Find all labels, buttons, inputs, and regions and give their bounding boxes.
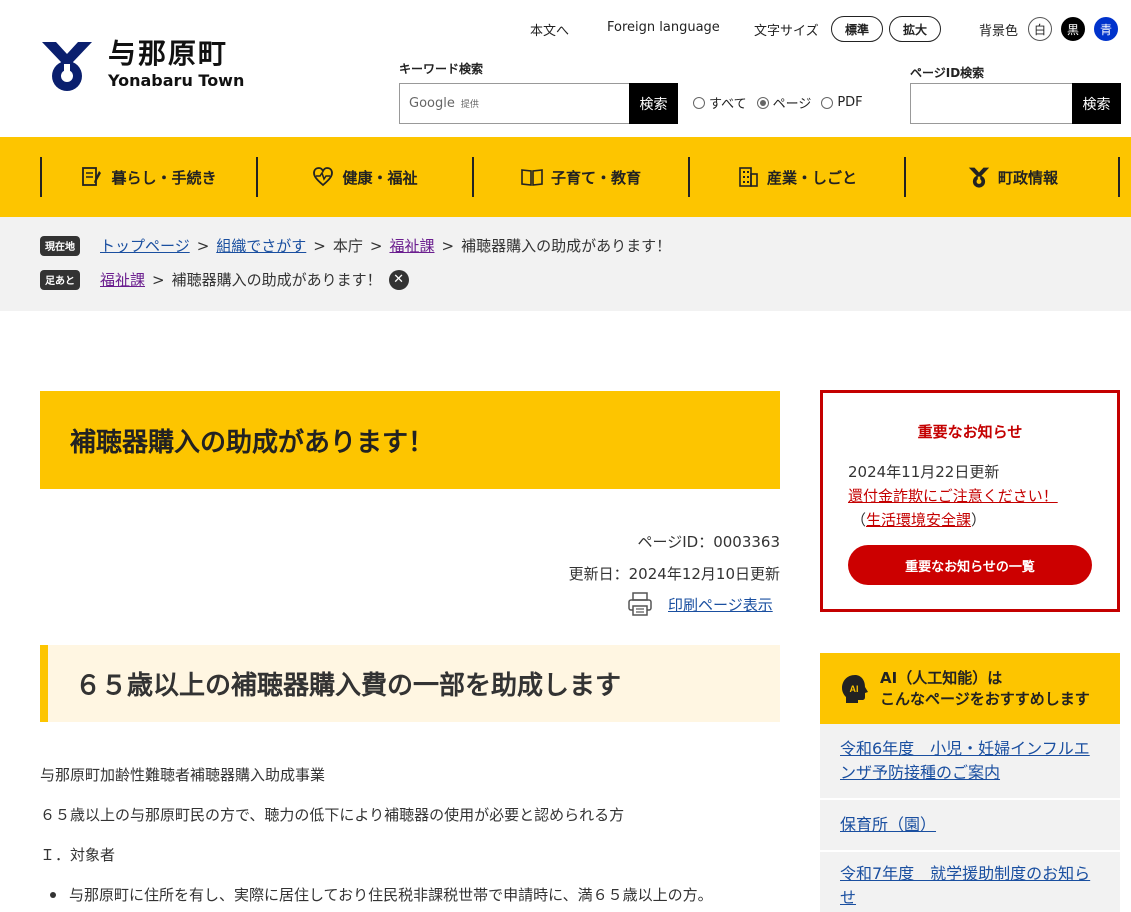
ai-recommend-item[interactable]: 令和7年度 就学援助制度のお知らせ <box>820 852 1120 912</box>
breadcrumb-area: 現在地 トップページ > 組織でさがす > 本庁 > 福祉課 > 補聴器購入の助… <box>0 217 1131 311</box>
town-emblem-icon <box>42 42 92 91</box>
bg-black-button[interactable]: 黒 <box>1061 17 1085 41</box>
nav-label: 暮らし・手続き <box>111 168 217 187</box>
notice-department: （生活環境安全課） <box>851 511 987 529</box>
skip-to-content-link[interactable]: 本文へ <box>530 20 569 39</box>
notice-list-button[interactable]: 重要なお知らせの一覧 <box>848 545 1092 585</box>
bg-blue-button[interactable]: 青 <box>1094 17 1118 41</box>
page-id: ページID：0003363 <box>637 533 780 551</box>
nav-item-childcare[interactable]: 子育て・教育 <box>472 157 688 197</box>
text-size-large-button[interactable]: 拡大 <box>889 16 941 42</box>
history-trail: 足あと 福祉課 > 補聴器購入の助成があります！ ✕ <box>40 269 409 290</box>
ai-recommend-link[interactable]: 令和6年度 小児・妊婦インフルエンザ予防接種のご案内 <box>840 737 1100 785</box>
nav-label: 健康・福祉 <box>342 168 418 187</box>
breadcrumb-separator: > <box>313 236 326 255</box>
nav-item-town-info[interactable]: 町政情報 <box>904 157 1120 197</box>
breadcrumb-separator: > <box>152 270 165 289</box>
nav-label: 子育て・教育 <box>550 168 641 187</box>
breadcrumb-separator: > <box>441 236 455 255</box>
global-nav: 暮らし・手続き 健康・福祉 子育て・教育 産業・しごと 町政情報 <box>0 137 1131 217</box>
breadcrumb-link-top[interactable]: トップページ <box>100 235 190 256</box>
google-provided-text: 提供 <box>460 100 479 110</box>
open-book-icon <box>521 169 543 186</box>
breadcrumb-text-honcho: 本庁 <box>332 237 363 255</box>
section-heading: ６５歳以上の補聴器購入費の一部を助成します <box>40 645 780 722</box>
subheading-target: Ｉ．対象者 <box>40 846 116 864</box>
clear-history-close-icon[interactable]: ✕ <box>388 269 409 290</box>
nav-divider <box>1118 157 1120 197</box>
notice-date: 2024年11月22日更新 <box>848 463 1000 481</box>
background-color-label: 背景色 <box>979 24 1019 39</box>
heart-pulse-icon <box>313 167 334 187</box>
text-size-standard-button[interactable]: 標準 <box>831 16 883 42</box>
google-text: Google <box>409 96 455 111</box>
notice-title: 重要なお知らせ <box>917 423 1023 441</box>
ai-title-line1: AI（人工知能）は <box>880 668 1003 687</box>
site-header: 与那原町 Yonabaru Town 本文へ Foreign language … <box>0 0 1131 137</box>
breadcrumb-separator: > <box>369 236 383 255</box>
paragraph-eligibility-summary: ６５歳以上の与那原町民の方で、聴力の低下により補聴器の使用が必要と認められる方 <box>40 806 625 824</box>
document-pen-icon <box>82 167 102 186</box>
search-scope-group: すべて ページ PDF <box>693 93 863 112</box>
important-notice-box: 重要なお知らせ 2024年11月22日更新 還付金詐欺にご注意ください！ （生活… <box>820 390 1120 612</box>
printer-icon <box>628 592 652 616</box>
page-id-search-button[interactable]: 検索 <box>1072 83 1121 124</box>
history-tag: 足あと <box>40 269 80 290</box>
breadcrumb-current-page: 補聴器購入の助成があります！ <box>461 237 672 255</box>
utility-links: 本文へ Foreign language 文字サイズ 標準 拡大 背景色 白 黒… <box>0 16 1131 42</box>
scope-all-radio[interactable]: すべて <box>693 93 747 112</box>
breadcrumb-separator: > <box>196 236 210 255</box>
breadcrumb: 現在地 トップページ > 組織でさがす > 本庁 > 福祉課 > 補聴器購入の助… <box>40 235 671 256</box>
building-icon <box>739 167 758 187</box>
page-id-search-input[interactable] <box>910 83 1072 124</box>
site-logo[interactable]: 与那原町 Yonabaru Town <box>40 38 244 92</box>
nav-item-industry[interactable]: 産業・しごと <box>688 157 904 197</box>
nav-label: 町政情報 <box>997 168 1058 187</box>
ai-recommend-item[interactable]: 保育所（園） <box>820 800 1120 850</box>
print-page-label[interactable]: 印刷ページ表示 <box>668 594 773 615</box>
list-item-text: 与那原町に住所を有し、実際に居住しており住民税非課税世帯で申請時に、満６５歳以上… <box>69 886 713 904</box>
print-page-link[interactable]: 印刷ページ表示 <box>626 590 773 618</box>
ai-recommend-link[interactable]: 保育所（園） <box>840 813 936 837</box>
ai-recommend-link[interactable]: 令和7年度 就学援助制度のお知らせ <box>840 862 1100 910</box>
keyword-search-label: キーワード検索 <box>399 62 484 76</box>
bg-white-button[interactable]: 白 <box>1028 17 1052 41</box>
ai-recommend-header: AI AI（人工知能）は こんなページをおすすめします <box>820 653 1120 724</box>
breadcrumb-link-org[interactable]: 組織でさがす <box>216 235 306 256</box>
notice-link-text[interactable]: 還付金詐欺にご注意ください！ <box>848 487 1058 505</box>
page-title: 補聴器購入の助成があります！ <box>40 391 780 489</box>
bullet-dot <box>50 891 56 898</box>
text-size-label: 文字サイズ <box>754 24 819 39</box>
page-id-search-label: ページID検索 <box>910 66 985 80</box>
keyword-search-input[interactable]: Google 提供 <box>399 83 629 124</box>
list-item: 与那原町に住所を有し、実際に居住しており住民税非課税世帯で申請時に、満６５歳以上… <box>50 884 713 905</box>
history-link-welfare[interactable]: 福祉課 <box>100 269 145 290</box>
history-current-page: 補聴器購入の助成があります！ <box>171 271 382 289</box>
ai-title-line2: こんなページをおすすめします <box>880 689 1090 708</box>
paragraph-program-name: 与那原町加齢性難聴者補聴器購入助成事業 <box>40 766 326 784</box>
nav-label: 産業・しごと <box>766 168 857 187</box>
ai-head-icon: AI <box>842 674 868 703</box>
town-emblem-icon <box>968 167 990 188</box>
breadcrumb-link-welfare[interactable]: 福祉課 <box>389 235 434 256</box>
current-location-tag: 現在地 <box>40 235 80 256</box>
nav-item-living[interactable]: 暮らし・手続き <box>40 157 256 197</box>
notice-department-link[interactable]: 生活環境安全課 <box>866 511 971 529</box>
logo-japanese: 与那原町 <box>108 37 229 70</box>
keyword-search-button[interactable]: 検索 <box>629 83 678 124</box>
logo-english: Yonabaru Town <box>108 71 245 90</box>
nav-item-health[interactable]: 健康・福祉 <box>256 157 472 197</box>
updated-date: 更新日：2024年12月10日更新 <box>568 565 780 583</box>
notice-link: 還付金詐欺にご注意ください！ <box>848 485 1058 506</box>
foreign-language-link[interactable]: Foreign language <box>607 20 720 35</box>
scope-page-radio[interactable]: ページ <box>756 93 811 112</box>
scope-pdf-radio[interactable]: PDF <box>821 93 863 112</box>
svg-text:AI: AI <box>850 684 859 694</box>
ai-recommend-item[interactable]: 令和6年度 小児・妊婦インフルエンザ予防接種のご案内 <box>820 724 1120 798</box>
